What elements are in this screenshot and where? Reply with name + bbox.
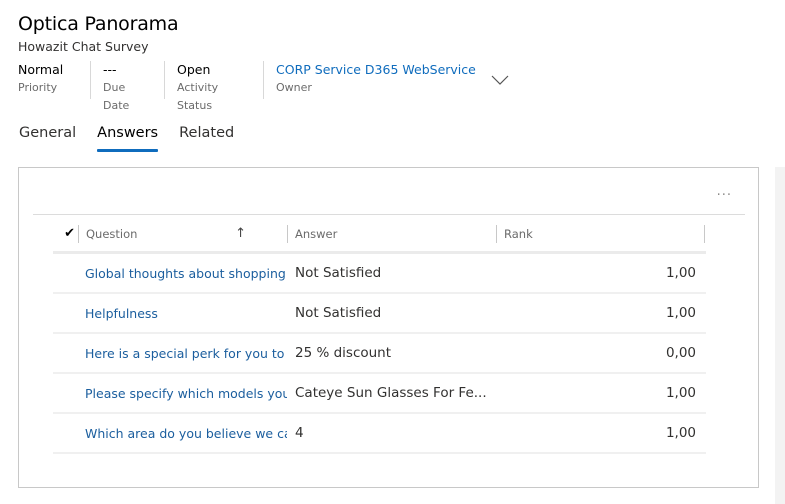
answer-cell: 25 % discount [295,345,392,361]
question-link[interactable]: Please specify which models you [53,386,287,401]
divider [33,214,745,215]
due-date-field: --- Due Date [90,61,164,112]
column-label-rank: Rank [504,226,533,241]
record-title: Optica Panorama [18,13,179,35]
column-label-question: Question [86,226,138,241]
question-link[interactable]: Here is a special perk for you to s [53,346,287,361]
rank-cell: 1,00 [665,305,696,321]
question-link[interactable]: Which area do you believe we ca [53,426,287,441]
column-header-rank[interactable]: Rank [496,224,705,243]
activity-status-value: Open [177,62,211,77]
owner-field: CORP Service D365 WebService Owner [263,61,487,99]
chevron-down-icon[interactable] [490,72,510,88]
answer-cell: Not Satisfied [295,305,382,321]
more-options-button[interactable]: ... [717,184,732,199]
owner-link[interactable]: CORP Service D365 WebService [276,61,476,79]
priority-label: Priority [18,81,58,94]
rank-cell: 1,00 [665,265,696,281]
vertical-scrollbar[interactable] [775,167,785,504]
table-row[interactable]: Here is a special perk for you to s 25 %… [53,334,706,374]
owner-label: Owner [276,81,312,94]
activity-status-label: Activity Status [177,81,219,112]
tab-list: General Answers Related [19,125,255,152]
answer-cell: 4 [295,425,304,441]
tab-general[interactable]: General [19,125,76,152]
answer-cell: Not Satisfied [295,265,382,281]
question-link[interactable]: Helpfulness [53,306,287,321]
due-date-label: Due Date [103,81,130,112]
due-date-value: --- [103,62,117,77]
rank-cell: 1,00 [665,425,696,441]
priority-value: Normal [18,62,64,77]
table-row[interactable]: Helpfulness Not Satisfied 1,00 [53,294,706,334]
answers-grid: ✔ Question ↑ Answer Rank Global thoughts… [53,216,706,454]
tab-related[interactable]: Related [179,125,234,152]
rank-cell: 0,00 [665,345,696,361]
record-subtitle: Howazit Chat Survey [18,39,149,54]
checkmark-icon[interactable]: ✔ [53,226,78,241]
header-fields: Normal Priority --- Due Date Open Activi… [18,61,487,112]
column-label-answer: Answer [295,226,338,241]
table-row[interactable]: Please specify which models you Cateye S… [53,374,706,414]
answer-cell: Cateye Sun Glasses For Fe... [295,385,487,401]
rank-cell: 1,00 [665,385,696,401]
table-row[interactable]: Which area do you believe we ca 4 1,00 [53,414,706,454]
activity-status-field: Open Activity Status [164,61,263,112]
column-header-answer[interactable]: Answer [287,224,496,243]
question-link[interactable]: Global thoughts about shopping [53,266,287,281]
column-header-question[interactable]: Question ↑ [78,224,287,243]
arrow-up-icon: ↑ [235,225,246,241]
answers-subgrid: ... ✔ Question ↑ Answer Rank Global thou… [18,167,759,488]
grid-header: ✔ Question ↑ Answer Rank [53,216,706,254]
table-row[interactable]: Global thoughts about shopping Not Satis… [53,254,706,294]
tab-answers[interactable]: Answers [97,125,158,152]
priority-field: Normal Priority [18,61,90,99]
